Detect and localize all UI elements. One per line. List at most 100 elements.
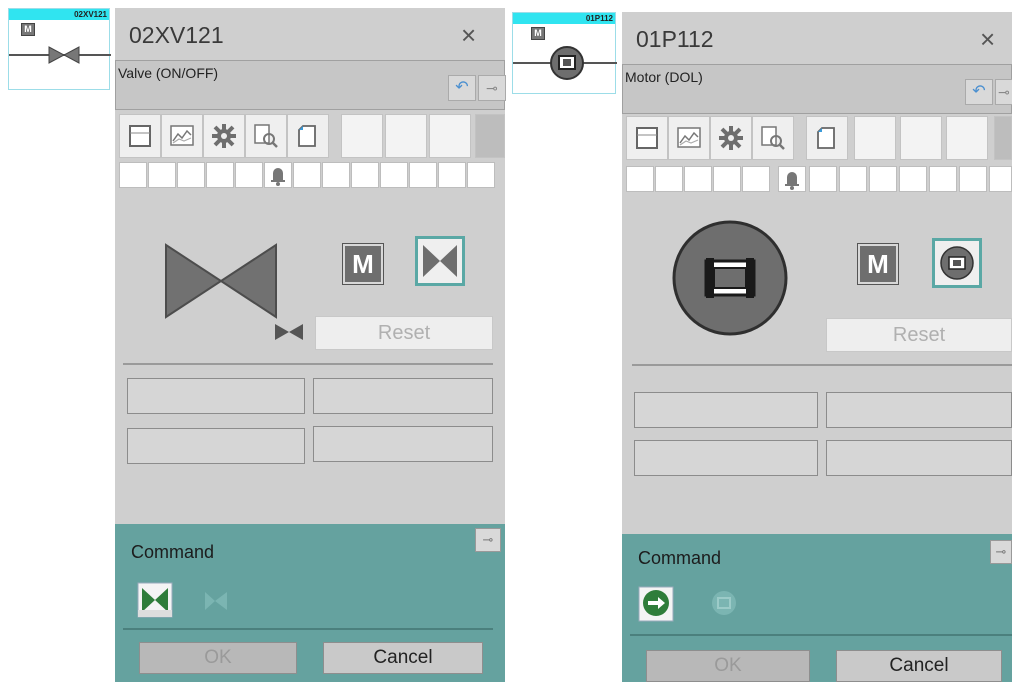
value-field [634,392,818,428]
toolbar-slot [429,114,471,158]
valve-symbol[interactable]: 02XV121 M [8,8,111,90]
value-field [313,426,493,462]
toolbar-slot [994,116,1012,160]
toolbar-slot [385,114,427,158]
alarm-cell [839,166,867,192]
close-icon[interactable]: × [980,24,995,55]
motor-mode-icon [940,246,974,280]
divider [123,363,493,365]
search-doc-button[interactable] [752,116,794,160]
manual-mode-button[interactable]: M [342,243,384,285]
command-label: Command [131,542,215,562]
alarm-cell [409,162,437,188]
alarm-cell [351,162,379,188]
alarm-cell [119,162,147,188]
toolbar-slot [900,116,942,160]
back-arrow-icon[interactable]: ↶ [965,79,993,105]
valve-symbol-icon [9,46,111,64]
alarm-cell [626,166,654,192]
small-valve-icon [275,324,303,340]
command-label: Command [638,548,722,568]
motor-symbol-icon [513,46,617,80]
close-command-icon[interactable] [197,582,233,618]
type-bar: Valve (ON/OFF) ↶ ⊸ [115,60,506,110]
reset-button[interactable]: Reset [315,316,493,350]
faceplate-icon [636,127,658,149]
alarm-cell [809,166,837,192]
note-button[interactable] [287,114,329,158]
ok-button[interactable]: OK [646,650,810,682]
note-icon [817,127,835,149]
alarm-cell [148,162,176,188]
alarm-bell-cell[interactable] [264,162,292,188]
valve-mode-icon [423,245,457,277]
value-field [127,428,305,464]
page-title: 02XV121 [129,22,224,48]
divider [632,364,1012,366]
divider [123,628,493,630]
divider [630,634,1012,636]
motor-symbol[interactable]: 01P112 M [512,12,617,94]
ok-button[interactable]: OK [139,642,297,674]
note-button[interactable] [806,116,848,160]
trend-button[interactable] [668,116,710,160]
auto-mode-button[interactable] [415,236,465,286]
value-field [634,440,818,476]
trend-icon [677,127,701,148]
alarm-cell [322,162,350,188]
gear-icon [212,124,236,148]
alarm-cell [438,162,466,188]
type-label: Valve (ON/OFF) [118,65,219,81]
pin-icon[interactable]: ⊸ [990,540,1012,564]
alarm-cell [742,166,770,192]
search-doc-button[interactable] [245,114,287,158]
trend-icon [170,125,194,146]
manual-mode-button[interactable]: M [857,243,899,285]
pin-icon[interactable]: ⊸ [995,79,1012,105]
search-doc-icon [254,124,278,148]
value-field [313,378,493,414]
command-panel: ⊸ Command OK Cancel [115,524,505,682]
alarm-cell [684,166,712,192]
alarm-cell [929,166,957,192]
motor-faceplate: 01P112 × Motor (DOL) ↶ ⊸ M Reset ⊸ Comma… [622,12,1012,682]
reset-button[interactable]: Reset [826,318,1012,352]
auto-mode-button[interactable] [932,238,982,288]
trend-button[interactable] [161,114,203,158]
pin-icon[interactable]: ⊸ [475,528,501,552]
value-field [826,440,1012,476]
cancel-button[interactable]: Cancel [836,650,1002,682]
faceplate-view-button[interactable] [119,114,161,158]
alarm-cell [467,162,495,188]
close-icon[interactable]: × [461,20,476,51]
settings-button[interactable] [203,114,245,158]
cancel-button[interactable]: Cancel [323,642,483,674]
bell-icon [271,168,285,186]
toolbar-slot [854,116,896,160]
stop-command-icon[interactable] [706,586,742,622]
faceplate-icon [129,125,151,147]
faceplate-view-button[interactable] [626,116,668,160]
start-command-icon[interactable] [638,586,674,622]
alarm-cell [899,166,927,192]
bell-icon [785,172,799,190]
alarm-cell [655,166,683,192]
settings-button[interactable] [710,116,752,160]
alarm-cell [235,162,263,188]
back-arrow-icon[interactable]: ↶ [448,75,476,101]
pin-icon[interactable]: ⊸ [478,75,506,101]
alarm-cell [206,162,234,188]
value-field [826,392,1012,428]
toolbar-slot [475,114,505,158]
open-command-icon[interactable] [137,582,173,618]
page-title: 01P112 [636,26,714,52]
command-panel: ⊸ Command OK Cancel [622,534,1012,682]
alarm-cell [177,162,205,188]
note-icon [298,125,316,147]
type-bar: Motor (DOL) ↶ ⊸ [622,64,1012,114]
toolbar-slot [946,116,988,160]
valve-faceplate: 02XV121 × Valve (ON/OFF) ↶ ⊸ M Reset ⊸ C… [115,8,506,682]
alarm-bell-cell[interactable] [778,166,806,192]
alarm-cell [380,162,408,188]
alarm-cell [293,162,321,188]
